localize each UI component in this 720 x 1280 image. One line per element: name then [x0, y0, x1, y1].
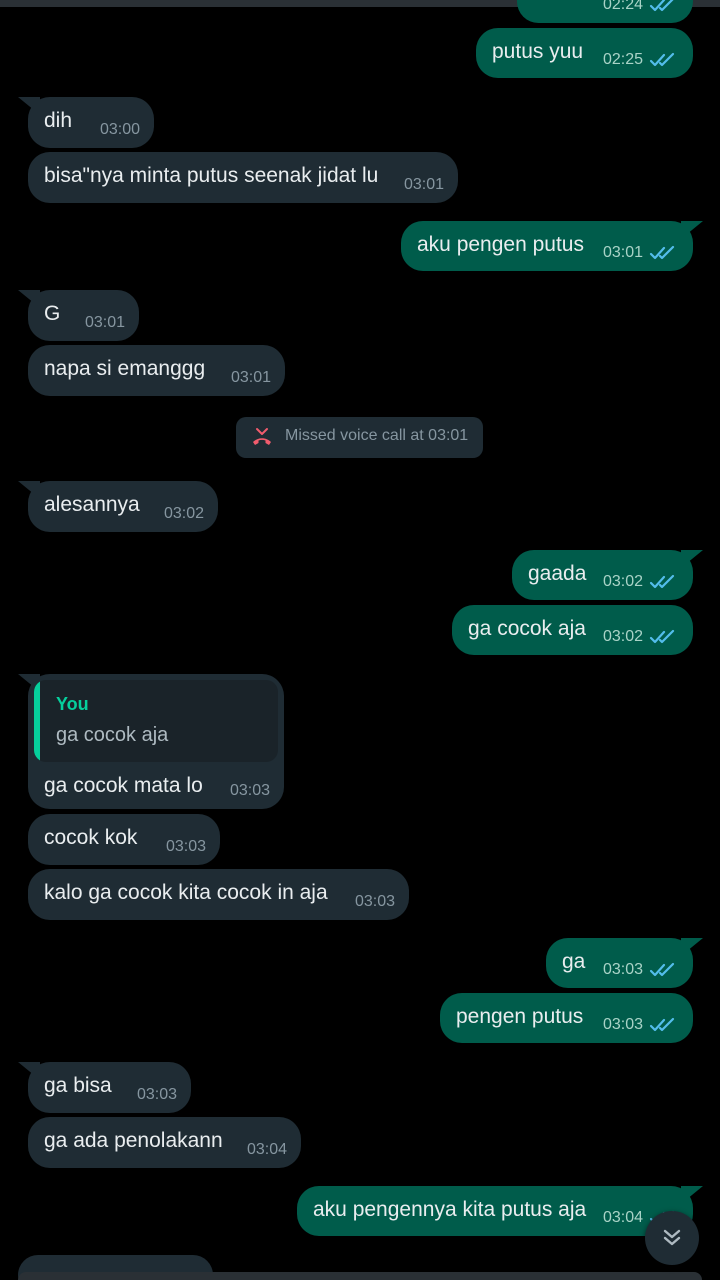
bubble-tail: [681, 221, 703, 239]
bubble-tail: [18, 481, 40, 499]
read-receipt-icon: [649, 245, 675, 260]
message-bubble-reply[interactable]: You ga cocok aja ga cocok mata lo 03:03: [18, 674, 284, 809]
message-text: ga ada penolakann: [44, 1129, 223, 1152]
message-time: 03:01: [403, 176, 444, 193]
message-text: putus yuu: [492, 40, 584, 63]
message-bubble-outgoing[interactable]: aku pengen putus 03:01: [401, 221, 703, 271]
quote-accent-bar: [34, 680, 40, 762]
message-time: 03:02: [163, 505, 204, 522]
message-time: 03:03: [136, 1086, 177, 1103]
message-text: aku pengen putus: [417, 233, 584, 256]
bubble-tail: [681, 550, 703, 568]
message-bubble-incoming[interactable]: G 03:01: [18, 290, 139, 341]
read-receipt-icon: [649, 629, 675, 644]
message-time: 03:01: [602, 244, 643, 261]
message-text: ga bisa: [44, 1074, 112, 1097]
message-bubble-outgoing[interactable]: gaada 03:02: [512, 550, 703, 600]
message-time: 03:03: [165, 838, 206, 855]
read-receipt-icon: [649, 52, 675, 67]
message-text: napa si emanggg: [44, 357, 206, 380]
message-bubble-incoming[interactable]: napa si emanggg 03:01: [28, 345, 285, 396]
message-text: bisa"nya minta putus seenak jidat lu: [44, 164, 379, 187]
read-receipt-icon: [649, 0, 674, 12]
message-time: 03:02: [602, 628, 643, 645]
message-text: aku pengennya kita putus aja: [313, 1198, 587, 1221]
message-time: 02:25: [602, 51, 643, 68]
message-text: alesannya: [44, 493, 140, 516]
quote-text: ga cocok aja: [56, 724, 169, 746]
scroll-to-bottom-button[interactable]: [645, 1211, 699, 1265]
message-text: dih: [44, 109, 73, 132]
message-bubble-outgoing[interactable]: ga cocok aja 03:02: [452, 605, 693, 655]
missed-call-text: Missed voice call at 03:01: [285, 427, 469, 444]
bubble-tail: [681, 938, 703, 956]
message-time: 03:03: [602, 1016, 643, 1033]
message-text: cocok kok: [44, 826, 138, 849]
bubble-tail: [18, 1062, 40, 1080]
message-bubble-incoming[interactable]: ga ada penolakann 03:04: [28, 1117, 301, 1168]
message-text: ga cocok aja: [468, 617, 586, 640]
message-bubble-outgoing[interactable]: aku pengennya kita putus aja 03:04: [297, 1186, 703, 1236]
message-time: 03:00: [99, 121, 140, 138]
message-time: 03:02: [602, 573, 643, 590]
message-time: 03:04: [246, 1141, 287, 1158]
read-receipt-icon: [649, 962, 675, 977]
message-bubble-incoming[interactable]: alesannya 03:02: [18, 481, 218, 532]
quote-author: You: [56, 694, 89, 714]
missed-call-icon: [253, 428, 271, 445]
read-receipt-icon: [649, 1017, 675, 1032]
message-time: 03:01: [84, 314, 125, 331]
message-time: 03:03: [229, 782, 270, 799]
message-text: G: [44, 302, 61, 325]
message-text: ga: [562, 950, 586, 973]
message-bubble-outgoing[interactable]: pengen putus 03:03: [440, 993, 693, 1043]
message-time: 02:24: [602, 0, 643, 13]
message-bubble-partial[interactable]: 02:24: [517, 0, 693, 23]
message-text: kalo ga cocok kita cocok in aja: [44, 881, 328, 904]
message-time: 03:03: [602, 961, 643, 978]
message-time: 03:03: [354, 893, 395, 910]
message-bubble-incoming[interactable]: kalo ga cocok kita cocok in aja 03:03: [28, 869, 409, 920]
message-bubble-outgoing[interactable]: ga 03:03: [546, 938, 703, 988]
read-receipt-icon: [649, 574, 675, 589]
input-bar-edge: [18, 1272, 702, 1280]
message-bubble-incoming[interactable]: dih 03:00: [18, 97, 154, 148]
missed-call-notice[interactable]: Missed voice call at 03:01: [236, 417, 483, 458]
message-text: ga cocok mata lo: [44, 774, 203, 797]
chat-screen: 02:24 putus yuu 02:25 dih 03:00 bisa"nya…: [0, 0, 720, 1280]
message-time: 03:01: [230, 369, 271, 386]
message-bubble-incoming[interactable]: ga bisa 03:03: [18, 1062, 191, 1113]
message-time: 03:04: [602, 1209, 643, 1226]
message-bubble-incoming[interactable]: bisa"nya minta putus seenak jidat lu 03:…: [28, 152, 458, 203]
bubble-tail: [18, 290, 40, 308]
quoted-message[interactable]: You ga cocok aja: [34, 680, 278, 762]
bubble-tail: [681, 1186, 703, 1204]
message-text: pengen putus: [456, 1005, 584, 1028]
bubble-tail: [18, 97, 40, 115]
double-chevron-down-icon: [663, 1229, 681, 1246]
message-bubble-incoming[interactable]: cocok kok 03:03: [28, 814, 220, 865]
message-text: gaada: [528, 562, 587, 585]
message-bubble-outgoing[interactable]: putus yuu 02:25: [476, 28, 693, 78]
